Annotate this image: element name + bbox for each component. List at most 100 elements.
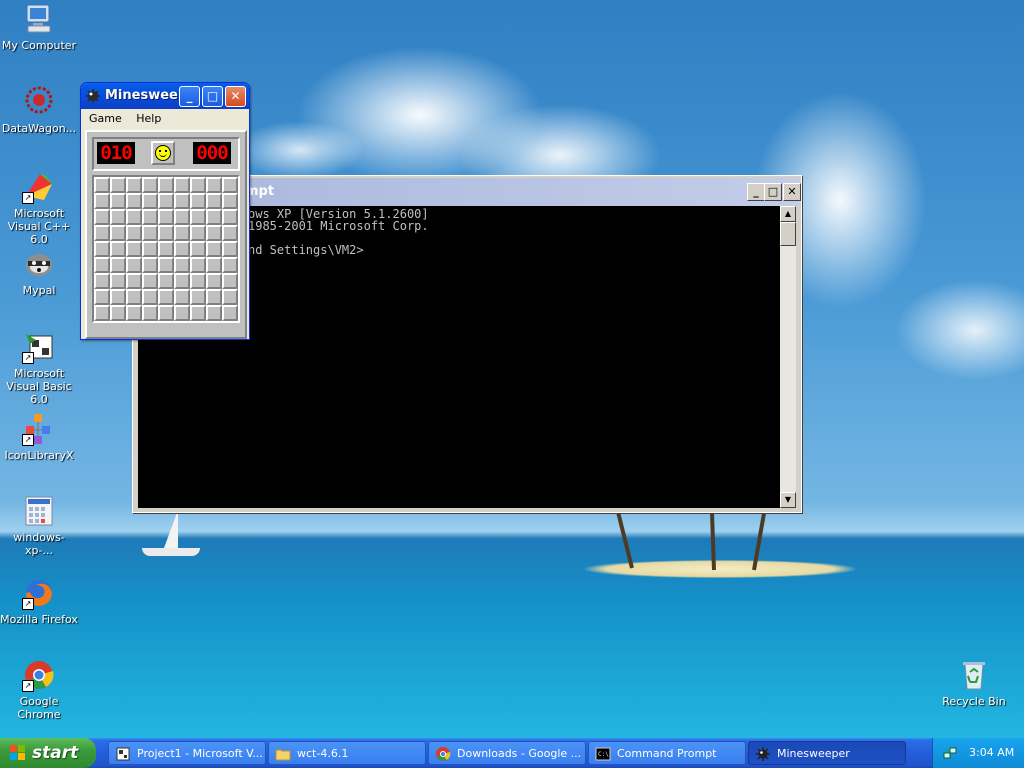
mine-cell[interactable] (174, 177, 190, 193)
mine-cell[interactable] (174, 305, 190, 321)
mine-cell[interactable] (126, 193, 142, 209)
mine-cell[interactable] (190, 257, 206, 273)
mine-cell[interactable] (142, 193, 158, 209)
mine-cell[interactable] (158, 241, 174, 257)
desktop-icon-recycle-bin[interactable]: Recycle Bin (935, 658, 1013, 708)
mine-cell[interactable] (174, 225, 190, 241)
cmd-maximize-button[interactable]: □ (764, 183, 782, 201)
scroll-up-icon[interactable]: ▲ (780, 206, 796, 222)
mine-cell[interactable] (222, 193, 238, 209)
mine-cell[interactable] (206, 209, 222, 225)
mine-cell[interactable] (222, 177, 238, 193)
mine-cell[interactable] (190, 225, 206, 241)
mine-cell[interactable] (94, 225, 110, 241)
mine-cell[interactable] (206, 225, 222, 241)
mine-cell[interactable] (190, 305, 206, 321)
mine-cell[interactable] (222, 225, 238, 241)
mine-cell[interactable] (222, 257, 238, 273)
mine-cell[interactable] (190, 193, 206, 209)
mine-cell[interactable] (174, 289, 190, 305)
mine-cell[interactable] (142, 241, 158, 257)
desktop-icon-visual-cpp[interactable]: ↗ Microsoft Visual C++ 6.0 (0, 170, 78, 246)
network-icon[interactable] (943, 746, 957, 760)
minimize-button[interactable]: _ (179, 86, 200, 107)
mine-cell[interactable] (190, 209, 206, 225)
mine-cell[interactable] (206, 193, 222, 209)
mine-cell[interactable] (110, 225, 126, 241)
mine-cell[interactable] (174, 273, 190, 289)
desktop-icon-visual-basic[interactable]: ↗ Microsoft Visual Basic 6.0 (0, 330, 78, 406)
mine-cell[interactable] (206, 273, 222, 289)
mine-cell[interactable] (174, 193, 190, 209)
desktop-icon-chrome[interactable]: ↗ Google Chrome (0, 658, 78, 721)
taskbar-item-downloads[interactable]: Downloads - Google ... (428, 741, 586, 765)
mine-cell[interactable] (142, 209, 158, 225)
mine-cell[interactable] (222, 209, 238, 225)
mine-cell[interactable] (110, 177, 126, 193)
smiley-face-button[interactable] (151, 141, 175, 165)
mine-cell[interactable] (126, 209, 142, 225)
mine-cell[interactable] (158, 305, 174, 321)
mine-cell[interactable] (126, 257, 142, 273)
mine-cell[interactable] (94, 289, 110, 305)
mine-cell[interactable] (158, 193, 174, 209)
mine-cell[interactable] (126, 225, 142, 241)
desktop-icon-firefox[interactable]: ↗ Mozilla Firefox (0, 576, 78, 626)
cmd-close-button[interactable]: ✕ (783, 183, 801, 201)
mine-cell[interactable] (142, 225, 158, 241)
desktop-icon-my-computer[interactable]: My Computer (0, 2, 78, 52)
menu-help[interactable]: Help (136, 112, 161, 125)
mine-cell[interactable] (222, 305, 238, 321)
minesweeper-window[interactable]: Minesweе... _ □ ✕ Game Help 010 000 (80, 82, 250, 340)
taskbar-item-command-prompt[interactable]: C:\ Command Prompt (588, 741, 746, 765)
clock[interactable]: 3:04 AM (969, 738, 1014, 768)
mine-cell[interactable] (110, 257, 126, 273)
mine-cell[interactable] (222, 241, 238, 257)
mine-cell[interactable] (94, 257, 110, 273)
mine-cell[interactable] (206, 257, 222, 273)
mine-cell[interactable] (158, 177, 174, 193)
mine-cell[interactable] (142, 305, 158, 321)
mine-cell[interactable] (222, 289, 238, 305)
scroll-thumb[interactable] (780, 222, 796, 246)
mine-cell[interactable] (94, 177, 110, 193)
desktop-icon-mypal[interactable]: Mypal (0, 247, 78, 297)
taskbar-item-wct[interactable]: wct-4.6.1 (268, 741, 426, 765)
mine-cell[interactable] (126, 273, 142, 289)
mine-cell[interactable] (174, 209, 190, 225)
mine-cell[interactable] (94, 273, 110, 289)
menu-game[interactable]: Game (89, 112, 122, 125)
mine-cell[interactable] (190, 273, 206, 289)
taskbar-item-minesweeper[interactable]: Minesweeper (748, 741, 906, 765)
mine-cell[interactable] (110, 209, 126, 225)
mine-cell[interactable] (158, 257, 174, 273)
mine-cell[interactable] (174, 257, 190, 273)
mine-cell[interactable] (126, 305, 142, 321)
close-button[interactable]: ✕ (225, 86, 246, 107)
cmd-minimize-button[interactable]: _ (747, 183, 765, 201)
maximize-button[interactable]: □ (202, 86, 223, 107)
mine-cell[interactable] (110, 289, 126, 305)
mine-cell[interactable] (158, 289, 174, 305)
mine-cell[interactable] (142, 273, 158, 289)
mine-cell[interactable] (126, 289, 142, 305)
mine-cell[interactable] (142, 257, 158, 273)
mine-cell[interactable] (110, 193, 126, 209)
mine-cell[interactable] (206, 241, 222, 257)
mine-cell[interactable] (94, 241, 110, 257)
mine-cell[interactable] (206, 289, 222, 305)
mine-cell[interactable] (126, 241, 142, 257)
mine-cell[interactable] (126, 177, 142, 193)
mine-cell[interactable] (94, 305, 110, 321)
scroll-down-icon[interactable]: ▼ (780, 492, 796, 508)
mine-cell[interactable] (110, 305, 126, 321)
mine-cell[interactable] (174, 241, 190, 257)
mine-cell[interactable] (158, 209, 174, 225)
mine-cell[interactable] (206, 305, 222, 321)
mine-cell[interactable] (190, 289, 206, 305)
start-button[interactable]: start (0, 738, 96, 768)
mine-cell[interactable] (110, 273, 126, 289)
cmd-vertical-scrollbar[interactable]: ▲ ▼ (780, 206, 796, 508)
mine-cell[interactable] (110, 241, 126, 257)
mine-cell[interactable] (158, 225, 174, 241)
